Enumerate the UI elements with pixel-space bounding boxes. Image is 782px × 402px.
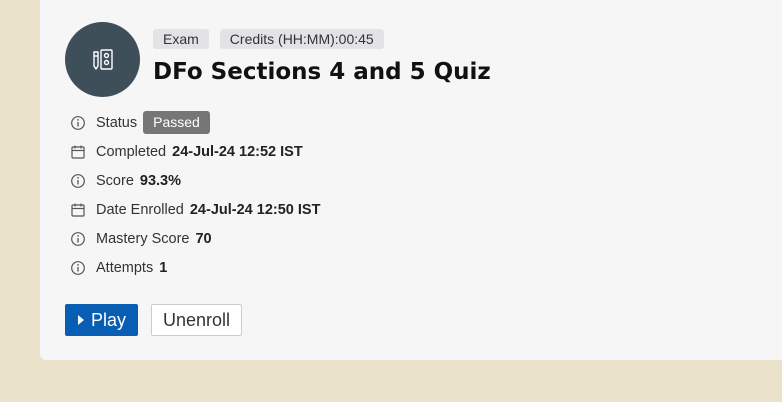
- type-badge: Exam: [153, 29, 209, 49]
- score-field: Score 93.3%: [70, 166, 320, 195]
- exam-avatar: [65, 22, 140, 97]
- status-field: Status Passed: [70, 108, 320, 137]
- course-card: Exam Credits (HH:MM):00:45 DFo Sections …: [40, 0, 782, 360]
- play-icon: [78, 315, 84, 325]
- date-enrolled-field: Date Enrolled 24-Jul-24 12:50 IST: [70, 195, 320, 224]
- calendar-icon: [70, 202, 86, 218]
- attempts-label: Attempts: [96, 259, 154, 276]
- mastery-score-field: Mastery Score 70: [70, 224, 320, 253]
- status-label: Status: [96, 114, 138, 131]
- calendar-icon: [70, 144, 86, 160]
- action-buttons: Play Unenroll: [65, 304, 243, 336]
- badge-row: Exam Credits (HH:MM):00:45: [153, 29, 384, 49]
- info-icon: [70, 173, 86, 189]
- completed-value: 24-Jul-24 12:52 IST: [172, 143, 303, 160]
- score-label: Score: [96, 172, 134, 189]
- attempts-value: 1: [159, 259, 168, 276]
- date-enrolled-value: 24-Jul-24 12:50 IST: [189, 201, 321, 218]
- details-list: Status Passed Completed 24-Jul-24 12:52 …: [70, 108, 320, 282]
- info-icon: [70, 231, 86, 247]
- info-icon: [70, 115, 86, 131]
- completed-field: Completed 24-Jul-24 12:52 IST: [70, 137, 320, 166]
- score-value: 93.3%: [139, 172, 182, 189]
- status-badge: Passed: [143, 111, 210, 134]
- exam-icon: [92, 48, 113, 70]
- completed-label: Completed: [96, 143, 167, 160]
- play-button[interactable]: Play: [65, 304, 139, 336]
- unenroll-button[interactable]: Unenroll: [151, 304, 243, 336]
- play-button-label: Play: [91, 309, 127, 330]
- mastery-score-value: 70: [195, 230, 212, 247]
- attempts-field: Attempts 1: [70, 253, 320, 282]
- info-icon: [70, 260, 86, 276]
- credits-badge: Credits (HH:MM):00:45: [219, 29, 384, 49]
- page-title: DFo Sections 4 and 5 Quiz: [153, 59, 491, 85]
- date-enrolled-label: Date Enrolled: [96, 201, 184, 218]
- mastery-score-label: Mastery Score: [96, 230, 190, 247]
